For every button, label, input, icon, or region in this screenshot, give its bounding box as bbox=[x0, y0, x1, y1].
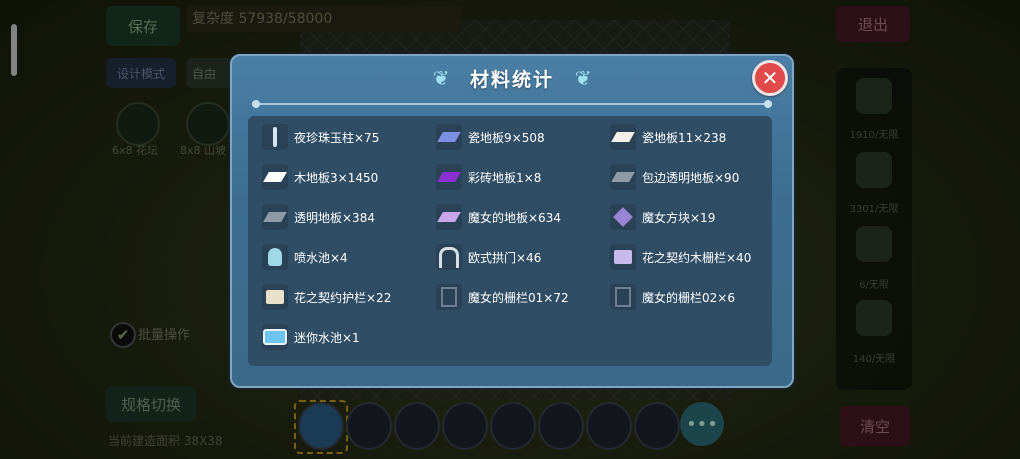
icon-shape bbox=[437, 132, 461, 142]
material-item: 喷水池×4 bbox=[262, 242, 348, 272]
title-divider bbox=[256, 103, 768, 105]
material-item: 透明地板×384 bbox=[262, 202, 375, 232]
icon-shape bbox=[263, 329, 287, 345]
icon-shape bbox=[273, 127, 277, 147]
material-item: 包边透明地板×90 bbox=[610, 162, 739, 192]
flower-fence-icon bbox=[610, 244, 636, 270]
icon-shape bbox=[266, 290, 284, 304]
witch-fence-icon bbox=[610, 284, 636, 310]
icon-shape bbox=[611, 132, 635, 142]
icon-shape bbox=[437, 172, 461, 182]
witch-floor-icon bbox=[436, 204, 462, 230]
divider-dot bbox=[252, 100, 260, 108]
material-item-label: 花之契约护栏×22 bbox=[294, 290, 392, 305]
material-item: 花之契约护栏×22 bbox=[262, 282, 391, 312]
material-item: 魔女方块×19 bbox=[610, 202, 715, 232]
material-item: 魔女的地板×634 bbox=[436, 202, 561, 232]
icon-shape bbox=[263, 172, 287, 182]
material-stats-dialog: ❦ 材料统计 ❦ ✕ 夜珍珠玉柱×75 瓷地板9×508 瓷地板11×238 木地板3… bbox=[230, 54, 794, 388]
icon-shape bbox=[439, 246, 459, 268]
material-item-label: 魔女的地板×634 bbox=[468, 210, 561, 225]
ornament-icon: ❦ bbox=[432, 66, 450, 90]
material-item: 瓷地板9×508 bbox=[436, 122, 545, 152]
white-tile-icon bbox=[610, 124, 636, 150]
material-item-label: 瓷地板9×508 bbox=[468, 130, 545, 145]
witch-block-icon bbox=[610, 204, 636, 230]
material-item: 迷你水池×1 bbox=[262, 322, 360, 352]
icon-shape bbox=[441, 287, 457, 307]
icon-shape bbox=[437, 212, 461, 222]
material-item-label: 喷水池×4 bbox=[294, 250, 348, 265]
material-item: 夜珍珠玉柱×75 bbox=[262, 122, 379, 152]
icon-shape bbox=[268, 248, 282, 266]
material-item-label: 魔女的栅栏01×72 bbox=[468, 290, 569, 305]
purple-tile-icon bbox=[436, 164, 462, 190]
fountain-icon bbox=[262, 244, 288, 270]
icon-shape bbox=[263, 212, 287, 222]
ornament-icon: ❦ bbox=[574, 66, 592, 90]
close-button[interactable]: ✕ bbox=[752, 60, 788, 96]
dialog-header: ❦ 材料统计 ❦ bbox=[412, 62, 612, 94]
transparent-floor-icon bbox=[262, 204, 288, 230]
arch-door-icon bbox=[436, 244, 462, 270]
material-item-label: 夜珍珠玉柱×75 bbox=[294, 130, 380, 145]
blue-tile-icon bbox=[436, 124, 462, 150]
pillar-icon bbox=[262, 124, 288, 150]
material-item: 瓷地板11×238 bbox=[610, 122, 726, 152]
material-item: 花之契约木栅栏×40 bbox=[610, 242, 751, 272]
icon-shape bbox=[613, 207, 633, 227]
clear-floor-icon bbox=[610, 164, 636, 190]
material-item-label: 花之契约木栅栏×40 bbox=[642, 250, 752, 265]
material-item-label: 木地板3×1450 bbox=[294, 170, 379, 185]
material-item-label: 瓷地板11×238 bbox=[642, 130, 727, 145]
icon-shape bbox=[615, 287, 631, 307]
flower-rail-icon bbox=[262, 284, 288, 310]
material-item-label: 迷你水池×1 bbox=[294, 330, 360, 345]
material-item: 木地板3×1450 bbox=[262, 162, 378, 192]
material-item-label: 彩砖地板1×8 bbox=[468, 170, 542, 185]
material-item-label: 欧式拱门×46 bbox=[468, 250, 542, 265]
divider-dot bbox=[764, 100, 772, 108]
witch-fence-icon bbox=[436, 284, 462, 310]
mini-pool-icon bbox=[262, 324, 288, 350]
material-item: 魔女的栅栏01×72 bbox=[436, 282, 569, 312]
wood-floor-icon bbox=[262, 164, 288, 190]
material-item: 欧式拱门×46 bbox=[436, 242, 541, 272]
material-item-label: 透明地板×384 bbox=[294, 210, 375, 225]
dialog-title: 材料统计 bbox=[469, 68, 554, 91]
material-item: 魔女的栅栏02×6 bbox=[610, 282, 735, 312]
close-icon: ✕ bbox=[761, 66, 779, 90]
material-item-label: 魔女的栅栏02×6 bbox=[642, 290, 735, 305]
material-item-label: 包边透明地板×90 bbox=[642, 170, 740, 185]
material-item-label: 魔女方块×19 bbox=[642, 210, 716, 225]
icon-shape bbox=[611, 172, 635, 182]
material-item: 彩砖地板1×8 bbox=[436, 162, 541, 192]
material-list: 夜珍珠玉柱×75 瓷地板9×508 瓷地板11×238 木地板3×1450 彩砖地板1×… bbox=[248, 116, 772, 366]
icon-shape bbox=[614, 250, 632, 264]
